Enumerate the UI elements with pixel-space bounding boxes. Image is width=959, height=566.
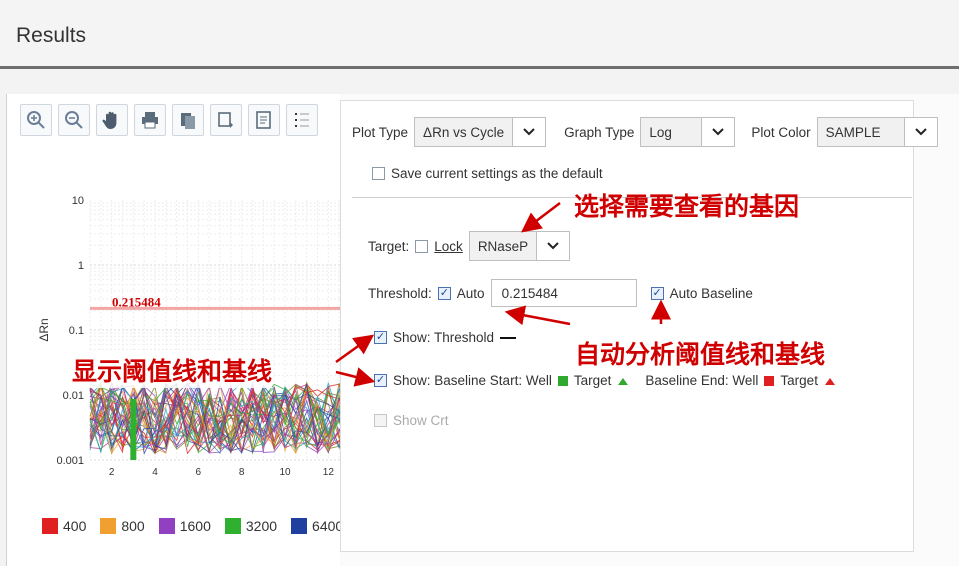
- show-threshold-checkbox[interactable]: [374, 331, 387, 344]
- legend-swatch: [100, 518, 117, 534]
- legend-label: 6400: [312, 518, 344, 534]
- y-axis-ticks: 10 1 0.1 0.01 0.001: [56, 195, 84, 467]
- save-default-label: Save current settings as the default: [391, 166, 603, 181]
- results-header: Results: [0, 0, 959, 69]
- chart-toolbar: [20, 104, 318, 140]
- x-tick-label: 6: [196, 467, 202, 478]
- x-tick-label: 8: [239, 467, 245, 478]
- print-icon[interactable]: [134, 104, 166, 136]
- zoom-out-icon[interactable]: [58, 104, 90, 136]
- lock-checkbox[interactable]: [415, 239, 429, 253]
- chevron-down-icon: [512, 118, 546, 146]
- plot-type-value: ΔRn vs Cycle: [423, 124, 505, 140]
- show-crt-row: Show Crt: [374, 413, 449, 428]
- plot-color-label: Plot Color: [751, 124, 811, 140]
- y-tick-label: 0.1: [69, 325, 84, 337]
- save-default-checkbox[interactable]: [372, 167, 385, 180]
- zoom-in-icon[interactable]: [20, 104, 52, 136]
- baseline-end-target-icon: [824, 377, 835, 385]
- y-tick-label: 0.001: [56, 455, 84, 467]
- x-tick-label: 10: [279, 467, 291, 478]
- show-threshold-row: Show: Threshold: [374, 330, 517, 345]
- legend-item: 1600: [158, 518, 211, 534]
- show-baseline-label: Show: Baseline Start: Well: [393, 373, 552, 388]
- target-value: RNaseP: [477, 238, 529, 254]
- legend-item: 400: [42, 518, 86, 534]
- threshold-auto-checkbox[interactable]: [437, 286, 451, 300]
- auto-baseline-checkbox[interactable]: [650, 286, 664, 300]
- y-tick-label: 1: [78, 260, 84, 272]
- target-label: Target:: [368, 238, 410, 254]
- show-crt-checkbox[interactable]: [374, 414, 387, 427]
- chevron-down-icon: [536, 232, 570, 260]
- report-icon[interactable]: [248, 104, 280, 136]
- baseline-end-target-label: Target: [780, 373, 818, 388]
- x-axis-ticks: 2 4 6 8 10 12: [109, 467, 334, 478]
- legend-label: 800: [121, 518, 145, 534]
- target-row: Target: Lock RNaseP: [368, 231, 571, 261]
- show-baseline-checkbox[interactable]: [374, 374, 387, 387]
- legend-label: 1600: [179, 518, 211, 534]
- legend-item: 6400: [291, 518, 343, 534]
- amplification-plot[interactable]: 0.215484 10 1 0.1 0.01 0.001 2 4 6 8 10 12 ΔRn: [20, 145, 350, 495]
- legend-label: 3200: [245, 518, 278, 534]
- plot-type-select[interactable]: ΔRn vs Cycle: [414, 117, 547, 147]
- target-select[interactable]: RNaseP: [468, 231, 571, 261]
- plot-type-label: Plot Type: [352, 124, 409, 140]
- threshold-label: Threshold:: [368, 285, 432, 301]
- y-tick-label: 10: [72, 195, 84, 207]
- x-tick-label: 4: [152, 467, 158, 478]
- baseline-end-label: Baseline End: Well: [645, 373, 759, 388]
- threshold-input[interactable]: 0.215484: [490, 279, 637, 307]
- legend-item: 3200: [224, 518, 278, 534]
- plot-color-value: SAMPLE: [825, 124, 881, 140]
- pan-hand-icon[interactable]: [96, 104, 128, 136]
- baseline-start-well-icon: [557, 375, 568, 386]
- chevron-down-icon: [701, 118, 735, 146]
- baseline-start-target-label: Target: [573, 373, 612, 388]
- legend-item: 800: [100, 518, 145, 534]
- lock-label: Lock: [434, 238, 463, 254]
- y-tick-label: 0.01: [63, 390, 84, 402]
- graph-type-value: Log: [649, 124, 672, 140]
- chevron-down-icon: [903, 118, 937, 146]
- threshold-line-icon: [500, 336, 517, 339]
- annotation-show-lines: 显示阈值线和基线: [72, 352, 273, 388]
- threshold-auto-label: Auto: [456, 285, 485, 301]
- copy-icon[interactable]: [172, 104, 204, 136]
- show-crt-label: Show Crt: [393, 413, 449, 428]
- baseline-end-well-icon: [764, 375, 775, 386]
- save-default-row: Save current settings as the default: [372, 166, 603, 181]
- plot-type-row: Plot Type ΔRn vs Cycle Graph Type Log Pl…: [352, 117, 938, 147]
- legend-label: 400: [63, 518, 87, 534]
- y-axis-label: ΔRn: [37, 318, 51, 341]
- graph-type-select[interactable]: Log: [640, 117, 736, 147]
- show-threshold-label: Show: Threshold: [393, 330, 495, 345]
- annotation-auto-analyze: 自动分析阈值线和基线: [575, 340, 826, 369]
- baseline-start-target-icon: [618, 377, 629, 385]
- legend-swatch: [42, 518, 58, 534]
- x-tick-label: 2: [109, 467, 115, 478]
- legend-icon[interactable]: [286, 104, 318, 136]
- show-baseline-row: Show: Baseline Start: Well Target Baseli…: [374, 373, 836, 388]
- baseline-start-marker: [130, 399, 137, 460]
- x-tick-label: 12: [323, 467, 335, 478]
- page-title: Results: [16, 24, 87, 47]
- legend-swatch: [158, 518, 175, 534]
- auto-baseline-label: Auto Baseline: [669, 285, 753, 301]
- export-icon[interactable]: [210, 104, 242, 136]
- legend-swatch: [224, 518, 241, 534]
- legend-swatch: [291, 518, 308, 534]
- chart-legend: 400 800 1600 3200 6400: [42, 518, 343, 534]
- threshold-row: Threshold: Auto 0.215484 Auto Baseline: [368, 279, 753, 307]
- annotation-select-gene: 选择需要查看的基因: [574, 192, 800, 221]
- threshold-value-label: 0.215484: [112, 294, 161, 309]
- plot-color-select[interactable]: SAMPLE: [816, 117, 938, 147]
- graph-type-label: Graph Type: [564, 124, 635, 140]
